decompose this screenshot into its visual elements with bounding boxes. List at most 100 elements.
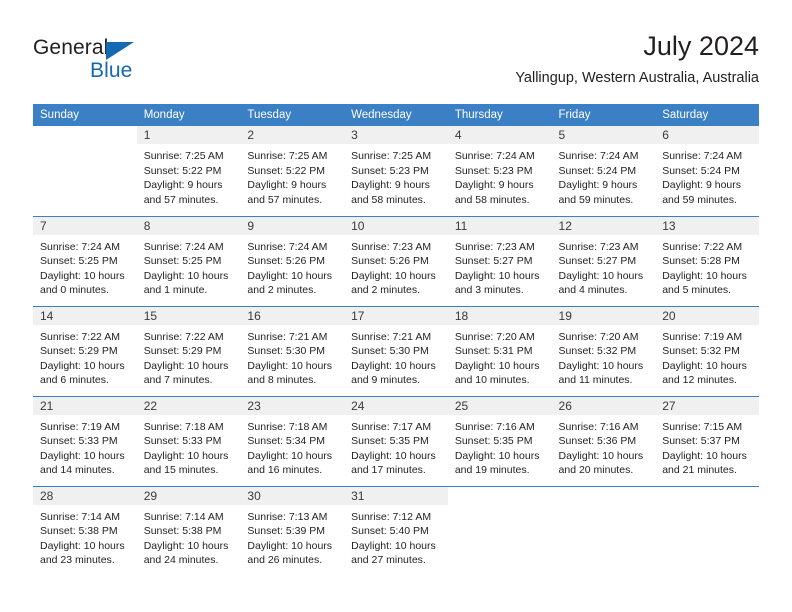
day-detail-line: Sunrise: 7:24 AM [143,240,224,253]
calendar-day-cell[interactable]: 18 Sunrise: 7:20 AM Sunset: 5:31 PM Dayligh… [447,305,552,396]
day-detail-line: and 9 minutes. [351,374,420,387]
day-detail-line: and 1 minute. [143,284,208,297]
day-detail-line: Sunrise: 7:19 AM [662,330,743,343]
calendar-day-cell[interactable]: 19 Sunrise: 7:20 AM Sunset: 5:32 PM Dayligh… [551,305,656,396]
calendar-day-cell[interactable]: 20 Sunrise: 7:19 AM Sunset: 5:32 PM Dayligh… [655,305,759,396]
calendar-day-cell[interactable]: 3 Sunrise: 7:25 AM Sunset: 5:23 PM Daylight… [344,126,448,216]
weekday-header-thursday: Thursday [447,104,552,126]
day-detail-line: and 20 minutes. [558,464,634,477]
calendar-day-cell[interactable]: 15 Sunrise: 7:22 AM Sunset: 5:29 PM Dayligh… [136,305,241,396]
day-detail-line: Sunrise: 7:24 AM [558,150,639,162]
day-detail-line: Daylight: 10 hours [351,449,436,462]
day-detail-line: Daylight: 9 hours [454,179,534,192]
calendar-day-cell[interactable]: 13 Sunrise: 7:22 AM Sunset: 5:28 PM Dayligh… [655,215,759,306]
day-detail-line: and 4 minutes. [558,284,628,297]
title-block: July 2024 Yallingup, Western Australia, … [515,30,759,88]
day-details: Sunrise: 7:14 AM Sunset: 5:38 PM Daylight:… [33,505,137,568]
calendar-day-cell[interactable]: 1 Sunrise: 7:25 AM Sunset: 5:22 PM Daylight… [136,126,241,216]
day-detail-line: Sunset: 5:27 PM [454,255,533,268]
day-detail-line: Sunrise: 7:18 AM [143,420,224,433]
calendar-day-cell[interactable]: 5 Sunrise: 7:24 AM Sunset: 5:24 PM Daylight… [551,126,656,216]
day-detail-line: and 59 minutes. [558,193,634,206]
day-detail-line: Sunset: 5:25 PM [143,255,222,268]
calendar-day-cell[interactable]: 31 Sunrise: 7:12 AM Sunset: 5:40 PM Dayligh… [344,485,448,576]
day-detail-line: Sunset: 5:32 PM [558,345,637,358]
day-details: Sunrise: 7:24 AM Sunset: 5:25 PM Daylight:… [33,235,137,298]
day-detail-line: Daylight: 10 hours [351,359,436,372]
weekday-header-monday: Monday [136,104,241,126]
calendar-day-cell[interactable]: 6 Sunrise: 7:24 AM Sunset: 5:24 PM Daylight… [655,126,759,216]
day-details: Sunrise: 7:23 AM Sunset: 5:26 PM Daylight:… [344,235,448,298]
day-detail-line: Sunrise: 7:25 AM [351,150,432,162]
weekday-header-tuesday: Tuesday [240,104,345,126]
day-detail-line: Sunrise: 7:22 AM [662,240,743,253]
day-number: 26 [551,396,656,415]
day-number: 18 [447,306,552,325]
calendar-day-cell[interactable]: 17 Sunrise: 7:21 AM Sunset: 5:30 PM Dayligh… [344,305,448,396]
day-detail-line: Sunrise: 7:17 AM [351,420,432,433]
day-detail-line: Daylight: 10 hours [40,269,125,282]
day-detail-line: Daylight: 10 hours [351,539,436,552]
calendar-day-cell[interactable]: 28 Sunrise: 7:14 AM Sunset: 5:38 PM Dayligh… [33,485,137,576]
day-detail-line: Sunrise: 7:21 AM [351,330,432,343]
day-detail-line: and 16 minutes. [247,464,323,477]
calendar-empty-cell [447,485,552,576]
calendar-day-cell[interactable]: 21 Sunrise: 7:19 AM Sunset: 5:33 PM Dayligh… [33,395,137,486]
calendar-day-cell[interactable]: 27 Sunrise: 7:15 AM Sunset: 5:37 PM Dayligh… [655,395,759,486]
day-number: 27 [655,396,759,415]
calendar-day-cell[interactable]: 8 Sunrise: 7:24 AM Sunset: 5:25 PM Daylight… [136,215,241,306]
day-detail-line: Sunrise: 7:23 AM [351,240,432,253]
calendar-day-cell[interactable]: 2 Sunrise: 7:25 AM Sunset: 5:22 PM Daylight… [240,126,345,216]
day-detail-line: and 57 minutes. [143,193,219,206]
logo-triangle-icon [106,42,134,60]
location-subtitle: Yallingup, Western Australia, Australia [515,70,759,86]
day-number: 10 [344,216,448,235]
day-detail-line: and 26 minutes. [247,554,323,567]
calendar-day-cell[interactable]: 7 Sunrise: 7:24 AM Sunset: 5:25 PM Daylight… [33,215,137,306]
calendar-day-cell[interactable]: 11 Sunrise: 7:23 AM Sunset: 5:27 PM Dayligh… [447,215,552,306]
day-details: Sunrise: 7:22 AM Sunset: 5:28 PM Daylight:… [655,235,759,298]
day-detail-line: Sunset: 5:23 PM [351,164,429,177]
calendar-empty-cell [33,126,137,216]
day-detail-line: Sunset: 5:35 PM [454,435,533,448]
day-detail-line: Daylight: 10 hours [143,449,229,462]
calendar-day-cell[interactable]: 29 Sunrise: 7:14 AM Sunset: 5:38 PM Dayligh… [136,485,241,576]
calendar-day-cell[interactable]: 26 Sunrise: 7:16 AM Sunset: 5:36 PM Dayligh… [551,395,656,486]
day-detail-line: Sunrise: 7:14 AM [143,510,224,523]
calendar-day-cell[interactable]: 30 Sunrise: 7:13 AM Sunset: 5:39 PM Dayligh… [240,485,345,576]
day-number: 11 [447,216,552,235]
day-detail-line: and 5 minutes. [662,284,732,297]
day-detail-line: Sunrise: 7:22 AM [40,330,120,343]
day-detail-line: Sunrise: 7:24 AM [247,240,328,253]
calendar-day-cell[interactable]: 12 Sunrise: 7:23 AM Sunset: 5:27 PM Dayligh… [551,215,656,306]
day-details: Sunrise: 7:24 AM Sunset: 5:24 PM Daylight:… [552,144,656,207]
calendar-page: General Blue July 2024 Yallingup, Wester… [0,0,792,612]
calendar-day-cell[interactable]: 22 Sunrise: 7:18 AM Sunset: 5:33 PM Dayligh… [136,395,241,486]
day-detail-line: Sunrise: 7:14 AM [40,510,120,523]
day-details: Sunrise: 7:20 AM Sunset: 5:32 PM Daylight:… [552,325,656,388]
day-detail-line: Sunrise: 7:16 AM [558,420,639,433]
day-detail-line: Sunset: 5:26 PM [247,255,326,268]
day-details: Sunrise: 7:21 AM Sunset: 5:30 PM Daylight:… [344,325,448,388]
calendar-day-cell[interactable]: 4 Sunrise: 7:24 AM Sunset: 5:23 PM Daylight… [447,126,552,216]
day-number: 21 [33,396,137,415]
calendar-day-cell[interactable]: 24 Sunrise: 7:17 AM Sunset: 5:35 PM Dayligh… [344,395,448,486]
day-detail-line: Sunset: 5:31 PM [454,345,533,358]
day-details: Sunrise: 7:19 AM Sunset: 5:33 PM Daylight:… [33,415,137,478]
calendar-day-cell[interactable]: 9 Sunrise: 7:24 AM Sunset: 5:26 PM Daylight… [240,215,345,306]
day-number: 22 [136,396,241,415]
calendar-day-cell[interactable]: 23 Sunrise: 7:18 AM Sunset: 5:34 PM Dayligh… [240,395,345,486]
day-detail-line: Sunrise: 7:24 AM [454,150,535,162]
calendar-day-cell[interactable]: 14 Sunrise: 7:22 AM Sunset: 5:29 PM Dayligh… [33,305,137,396]
weekday-header-wednesday: Wednesday [344,104,448,126]
calendar-day-cell[interactable]: 10 Sunrise: 7:23 AM Sunset: 5:26 PM Dayligh… [344,215,448,306]
calendar-day-cell[interactable]: 16 Sunrise: 7:21 AM Sunset: 5:30 PM Dayligh… [240,305,345,396]
logo-text-general: General [33,36,109,59]
calendar-week-row: 21 Sunrise: 7:19 AM Sunset: 5:33 PM Dayligh… [33,395,759,486]
day-detail-line: Sunrise: 7:24 AM [662,150,743,162]
day-detail-line: Daylight: 10 hours [558,449,644,462]
calendar-day-cell[interactable]: 25 Sunrise: 7:16 AM Sunset: 5:35 PM Dayligh… [447,395,552,486]
day-details: Sunrise: 7:22 AM Sunset: 5:29 PM Daylight:… [137,325,241,388]
day-detail-line: Sunset: 5:30 PM [247,345,326,358]
day-detail-line: Sunset: 5:29 PM [40,345,118,358]
